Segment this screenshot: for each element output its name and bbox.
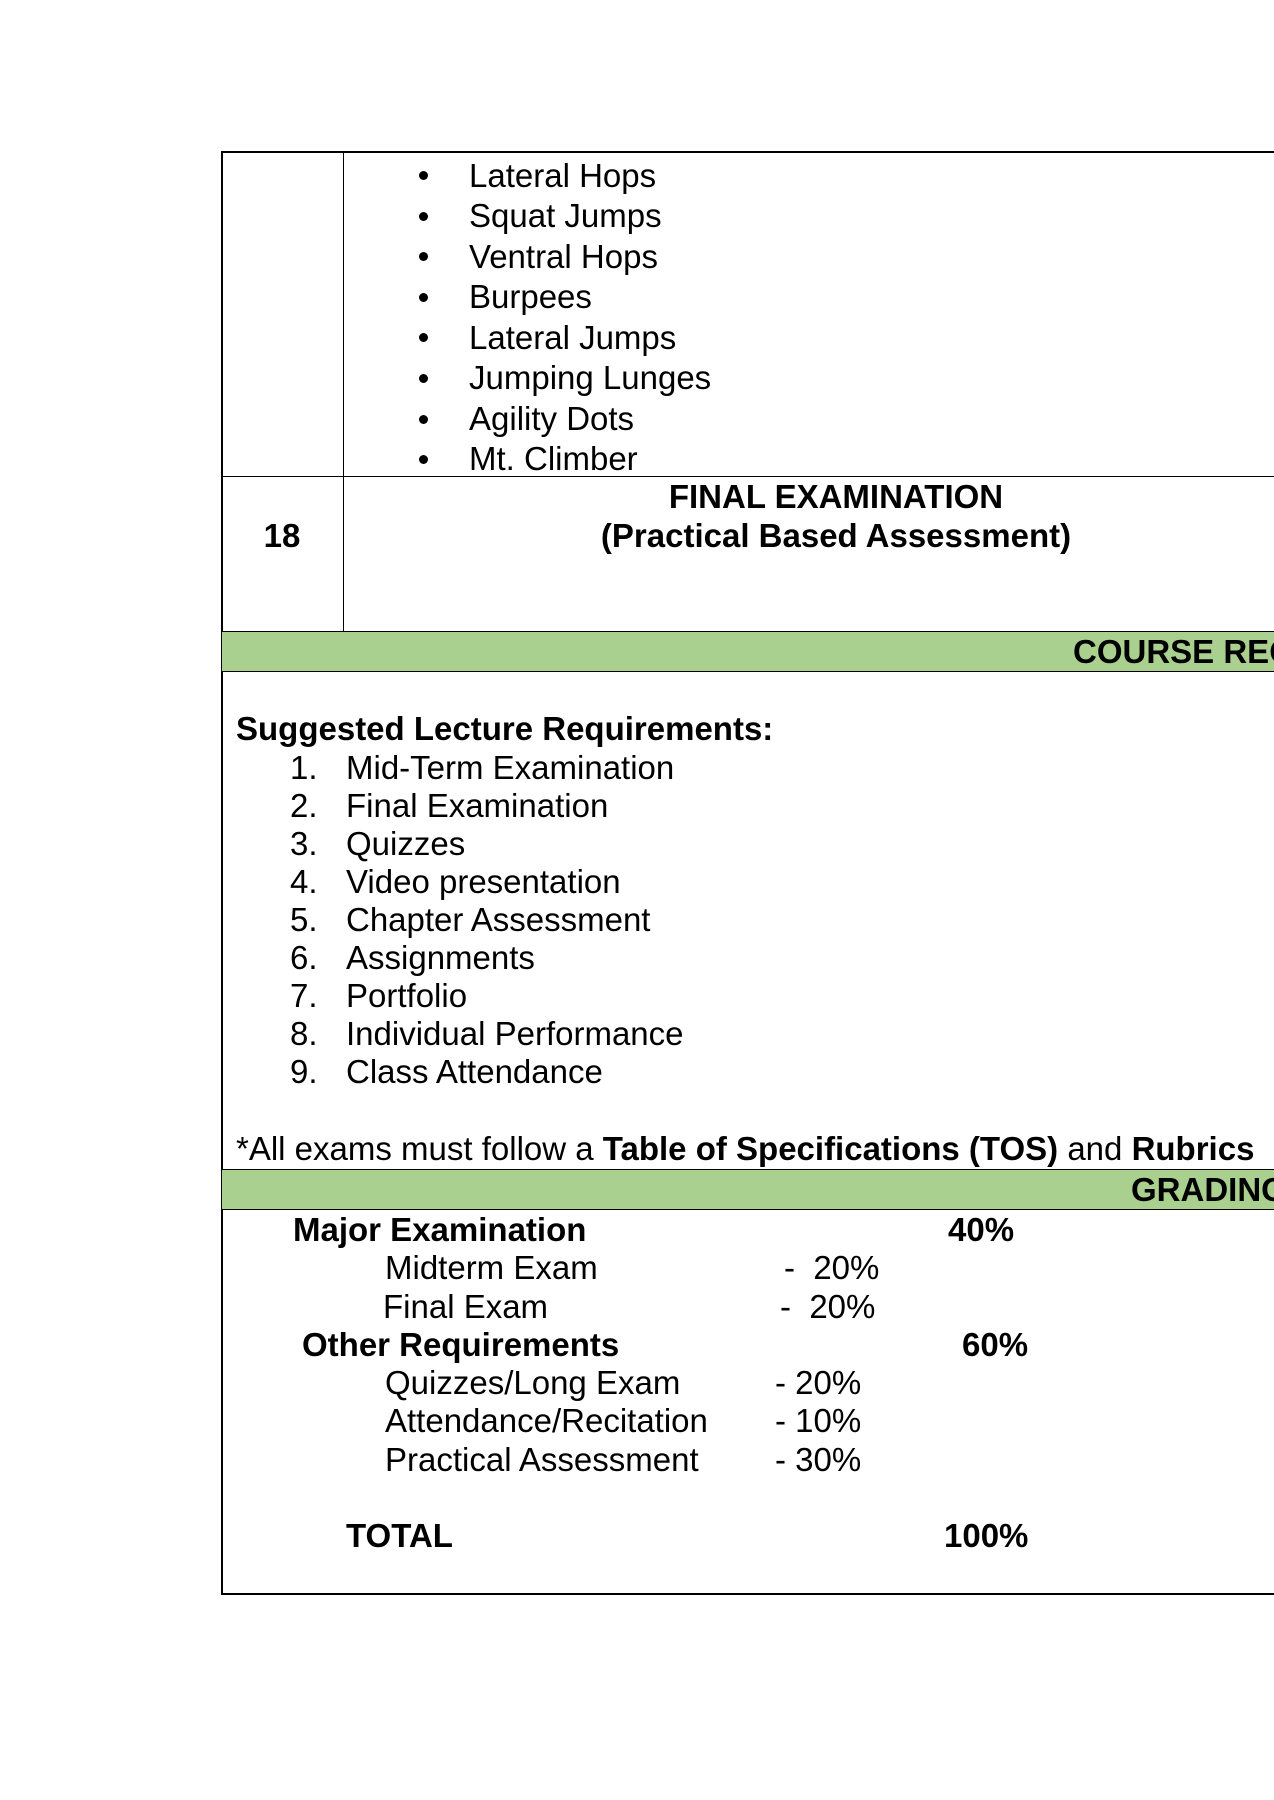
list-item: Lateral Jumps bbox=[469, 319, 677, 356]
list-number: 4. bbox=[290, 863, 318, 900]
practical-label: Practical Assessment bbox=[385, 1441, 699, 1478]
bullet-icon bbox=[419, 374, 428, 383]
grading-header bbox=[222, 1170, 1274, 1209]
list-item: Agility Dots bbox=[469, 400, 635, 437]
list-item: Individual Performance bbox=[346, 1015, 684, 1052]
total-value: 100% bbox=[944, 1517, 1029, 1554]
final-exam-label: Final Exam bbox=[383, 1288, 549, 1325]
quizzes-value: - 20% bbox=[775, 1364, 862, 1401]
list-number: 2. bbox=[290, 787, 318, 824]
bullet-icon bbox=[419, 252, 428, 261]
list-item: Burpees bbox=[469, 278, 592, 315]
bullet-icon bbox=[419, 171, 428, 180]
list-item: Ventral Hops bbox=[469, 238, 658, 275]
list-number: 3. bbox=[290, 825, 318, 862]
exam-note: *All exams must follow a Table of Specif… bbox=[236, 1130, 1254, 1168]
list-number: 9. bbox=[290, 1053, 318, 1090]
list-number: 6. bbox=[290, 939, 318, 976]
list-number: 8. bbox=[290, 1015, 318, 1052]
quizzes-label: Quizzes/Long Exam bbox=[385, 1364, 681, 1401]
midterm-value: - 20% bbox=[784, 1249, 880, 1286]
note-text: *All exams must follow a bbox=[236, 1130, 603, 1167]
final-exam-title: FINAL EXAMINATION bbox=[668, 478, 1004, 515]
final-exam-value: - 20% bbox=[780, 1288, 876, 1325]
row-divider bbox=[221, 671, 1274, 672]
list-item: Mt. Climber bbox=[469, 440, 638, 477]
requirements-heading: Suggested Lecture Requirements: bbox=[236, 710, 774, 747]
list-item: Final Examination bbox=[346, 787, 609, 824]
column-divider bbox=[343, 151, 344, 631]
major-exam-label: Major Examination bbox=[293, 1211, 587, 1248]
table-bottom-border bbox=[221, 1593, 1274, 1595]
list-number: 5. bbox=[290, 901, 318, 938]
attendance-label: Attendance/Recitation bbox=[385, 1402, 708, 1439]
other-requirements-label: Other Requirements bbox=[302, 1326, 620, 1363]
grading-title: GRADING bbox=[1131, 1171, 1274, 1208]
table-top-border bbox=[221, 151, 1274, 153]
note-rubrics: Rubrics bbox=[1131, 1130, 1255, 1167]
bullet-icon bbox=[419, 293, 428, 302]
bullet-icon bbox=[419, 212, 428, 221]
list-number: 7. bbox=[290, 977, 318, 1014]
row-divider bbox=[221, 1209, 1274, 1210]
note-tos: Table of Specifications (TOS) bbox=[602, 1130, 1059, 1167]
table-left-border bbox=[221, 151, 223, 1594]
list-item: Lateral Hops bbox=[469, 157, 657, 194]
bullet-icon bbox=[419, 333, 428, 342]
list-item: Chapter Assessment bbox=[346, 901, 651, 938]
week-number: 18 bbox=[263, 517, 301, 554]
total-label: TOTAL bbox=[346, 1517, 453, 1554]
bullet-icon bbox=[419, 415, 428, 424]
bullet-icon bbox=[419, 455, 428, 464]
list-number: 1. bbox=[290, 749, 318, 786]
list-item: Portfolio bbox=[346, 977, 468, 1014]
note-and: and bbox=[1058, 1130, 1132, 1167]
row-divider bbox=[221, 476, 1274, 477]
other-requirements-total: 60% bbox=[962, 1326, 1029, 1363]
list-item: Mid-Term Examination bbox=[346, 749, 675, 786]
list-item: Quizzes bbox=[346, 825, 466, 862]
list-item: Video presentation bbox=[346, 863, 621, 900]
practical-value: - 30% bbox=[775, 1441, 862, 1478]
attendance-value: - 10% bbox=[775, 1402, 862, 1439]
list-item: Squat Jumps bbox=[469, 197, 662, 234]
final-exam-subtitle: (Practical Based Assessment) bbox=[600, 517, 1072, 554]
list-item: Class Attendance bbox=[346, 1053, 603, 1090]
course-requirements-title: COURSE REQ bbox=[1073, 633, 1274, 670]
midterm-label: Midterm Exam bbox=[385, 1249, 598, 1286]
list-item: Jumping Lunges bbox=[469, 359, 712, 396]
major-exam-total: 40% bbox=[948, 1211, 1015, 1248]
list-item: Assignments bbox=[346, 939, 535, 976]
